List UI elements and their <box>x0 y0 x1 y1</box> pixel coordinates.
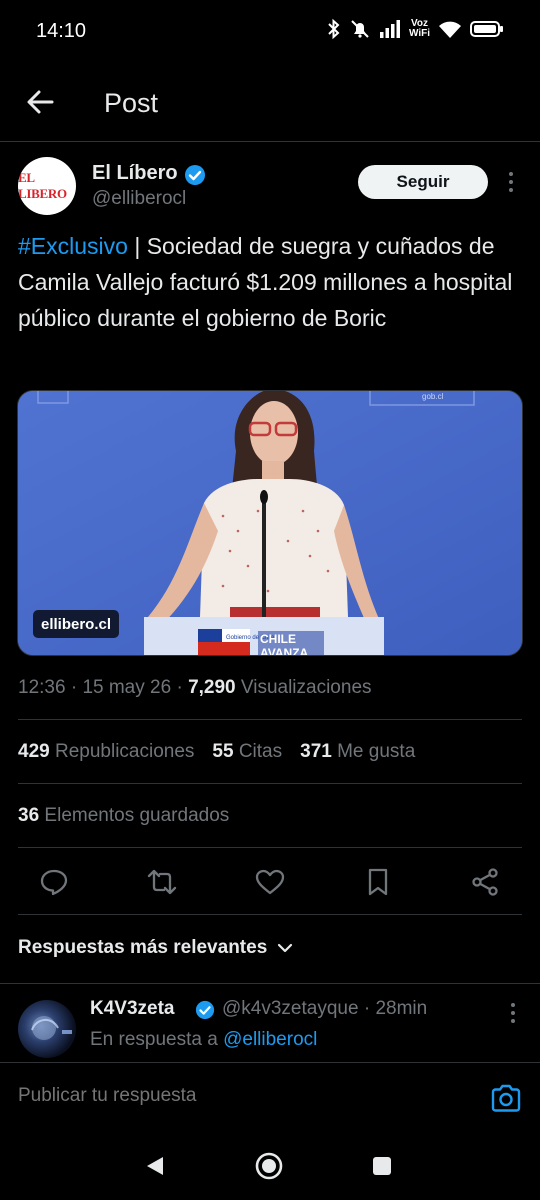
backdrop-text: gob.cl <box>422 392 444 401</box>
author-avatar[interactable]: EL LIBERO <box>18 157 76 215</box>
mute-bell-icon <box>351 20 369 38</box>
chevron-down-icon <box>278 943 293 953</box>
reposts-stat[interactable]: 429 Republicaciones <box>18 741 194 763</box>
reply-context: En respuesta a @elliberocl <box>90 1029 317 1051</box>
reply-to-handle-link[interactable]: @elliberocl <box>223 1029 317 1050</box>
divider <box>0 983 540 984</box>
status-icons: Voz WiFi <box>327 18 504 40</box>
likes-label: Me gusta <box>337 741 416 762</box>
views-label: Visualizaciones <box>240 677 372 698</box>
divider <box>18 719 522 720</box>
post-text: #Exclusivo | Sociedad de suegra y cuñado… <box>18 228 523 336</box>
reply-input[interactable] <box>18 1085 438 1107</box>
reposts-count: 429 <box>18 741 50 762</box>
top-app-bar: Post <box>0 64 540 142</box>
reply-avatar[interactable] <box>18 1000 76 1058</box>
reply-author-handle[interactable]: @k4v3zetayque · 28min <box>222 998 427 1020</box>
bluetooth-icon <box>328 18 340 40</box>
divider <box>18 847 522 848</box>
back-arrow-icon[interactable] <box>24 86 56 118</box>
reply-icon[interactable] <box>39 867 69 897</box>
post-time: 12:36 <box>18 677 66 698</box>
podium-avanza-text-front: AVANZA <box>260 646 309 656</box>
share-icon[interactable] <box>470 867 500 897</box>
repost-icon[interactable] <box>147 867 177 897</box>
like-heart-icon[interactable] <box>255 867 285 897</box>
page-title: Post <box>104 88 159 118</box>
reply-author-name[interactable]: K4V3zeta <box>90 998 175 1020</box>
reply-age: 28min <box>375 998 428 1019</box>
replies-sort-label: Respuestas más relevantes <box>18 937 268 958</box>
likes-stat[interactable]: 371 Me gusta <box>300 741 415 763</box>
recents-square-icon[interactable] <box>372 1156 392 1176</box>
hashtag-link[interactable]: #Exclusivo <box>18 233 128 259</box>
post-actions-bar <box>0 862 540 902</box>
signal-icon <box>379 20 400 38</box>
views-count: 7,290 <box>188 677 236 698</box>
more-options-icon[interactable] <box>506 170 516 194</box>
wifi-icon <box>439 21 461 38</box>
bookmarks-label: Elementos guardados <box>44 805 230 826</box>
wifi-label: WiFi <box>408 28 430 39</box>
author-name[interactable]: El Líbero <box>92 162 178 185</box>
home-circle-icon[interactable] <box>254 1151 284 1181</box>
reply-to-prefix: En respuesta a <box>90 1029 224 1050</box>
divider <box>18 914 522 915</box>
verified-badge-icon <box>185 165 205 185</box>
system-navigation-bar <box>0 1132 540 1200</box>
camera-icon[interactable] <box>490 1083 522 1113</box>
reposts-label: Republicaciones <box>54 741 195 762</box>
voz-wifi-indicator: Voz WiFi <box>409 19 430 39</box>
quotes-stat[interactable]: 55 Citas <box>212 741 282 763</box>
podium-chile-text-front: CHILE <box>260 632 296 646</box>
post-metadata: 12:36 · 15 may 26 · 7,290 Visualizacione… <box>18 677 372 698</box>
status-time: 14:10 <box>36 20 87 42</box>
bookmarks-stat[interactable]: 36 Elementos guardados <box>18 805 229 827</box>
divider <box>18 783 522 784</box>
status-bar: 14:10 Voz WiFi <box>0 0 540 64</box>
reply-compose-bar <box>0 1062 540 1132</box>
bookmarks-count: 36 <box>18 805 40 826</box>
author-handle[interactable]: @elliberocl <box>92 188 186 210</box>
follow-button[interactable]: Seguir <box>358 165 488 199</box>
bookmark-icon[interactable] <box>363 867 393 897</box>
image-source-badge[interactable]: ellibero.cl <box>33 610 120 638</box>
verified-badge-icon <box>195 1000 215 1020</box>
reply-avatar-image <box>31 1016 72 1040</box>
avatar-logo-text: EL LIBERO <box>18 170 67 201</box>
reply-more-options-icon[interactable] <box>508 1002 518 1024</box>
back-triangle-icon[interactable] <box>144 1154 166 1178</box>
post-date: 15 may 26 <box>82 677 172 698</box>
reply-handle-text: @k4v3zetayque <box>222 998 359 1019</box>
replies-sort-selector[interactable]: Respuestas más relevantes <box>18 937 293 959</box>
likes-count: 371 <box>300 741 332 762</box>
quotes-label: Citas <box>238 741 283 762</box>
engagement-stats: 429 Republicaciones 55 Citas 371 Me gust… <box>18 741 415 763</box>
quotes-count: 55 <box>212 741 234 762</box>
battery-icon <box>470 21 503 37</box>
